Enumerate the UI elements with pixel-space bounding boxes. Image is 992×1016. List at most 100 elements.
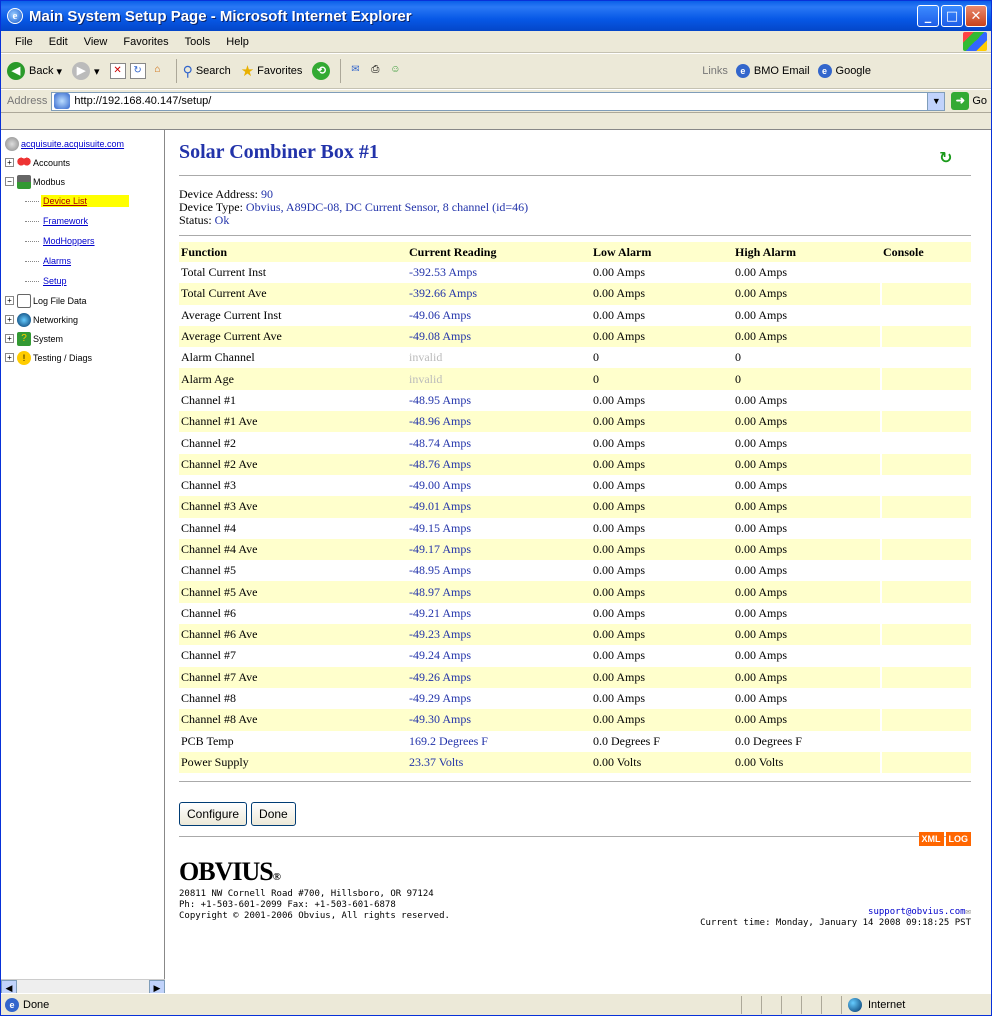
menu-view[interactable]: View [76, 36, 116, 48]
mail-icon[interactable]: ✉ [966, 907, 971, 917]
home-icon[interactable]: ⌂ [150, 63, 166, 79]
expand-icon[interactable]: + [5, 296, 14, 305]
tree-line [25, 200, 39, 202]
cell-console [880, 560, 971, 582]
cell-console [880, 496, 971, 518]
modhoppers-link[interactable]: ModHoppers [41, 235, 97, 247]
history-icon[interactable]: ⟲ [312, 62, 331, 80]
menu-tools[interactable]: Tools [177, 36, 219, 48]
footer: OBVIUS® 20811 NW Cornell Road #700, Hill… [179, 857, 971, 937]
menu-file[interactable]: File [7, 36, 41, 48]
table-row: Channel #2 Ave -48.76 Amps 0.00 Amps 0.00 A… [179, 453, 971, 475]
tree-item-setup[interactable]: Setup [5, 271, 164, 291]
cell-reading: -392.66 Amps [407, 283, 591, 305]
link-bmo-email[interactable]: e BMO Email [735, 64, 810, 78]
star-icon: ★ [240, 63, 255, 80]
alarms-link[interactable]: Alarms [41, 255, 73, 267]
cell-high: 0.00 Amps [733, 666, 881, 688]
setup-link[interactable]: Setup [41, 275, 69, 287]
cell-high: 0.00 Amps [733, 538, 881, 561]
cell-low: 0.0 Degrees F [593, 733, 660, 748]
cell-function: Channel #3 [181, 478, 236, 493]
cell-high: 0.00 Amps [733, 325, 881, 348]
device-info: Device Address: 90 Device Type: Obvius, … [179, 180, 971, 231]
refresh-icon[interactable]: ↻ [939, 150, 955, 166]
system-icon: ? [17, 331, 31, 346]
tree-item-device-list[interactable]: Device List [5, 191, 164, 211]
obvius-logo: OBVIUS® [179, 857, 971, 887]
cell-low: 0.00 Amps [593, 307, 646, 322]
cell-high: 0.00 Amps [735, 691, 788, 706]
cell-console [880, 538, 971, 561]
address-input[interactable]: http://192.168.40.147/setup/ ▼ [51, 91, 946, 111]
tree-root-link[interactable]: acquisuite.acquisuite.com [21, 139, 124, 149]
menu-edit[interactable]: Edit [41, 36, 76, 48]
tree-item-accounts[interactable]: + Accounts [5, 153, 164, 172]
cell-low: 0.00 Amps [593, 691, 646, 706]
logo-text: OBVIUS [179, 857, 274, 887]
globe-icon [848, 997, 862, 1012]
framework-link[interactable]: Framework [41, 215, 90, 227]
cell-reading: -49.08 Amps [407, 325, 591, 348]
expand-icon[interactable]: + [5, 353, 14, 362]
collapse-icon[interactable]: − [5, 177, 14, 186]
search-button[interactable]: ⚲ Search [183, 63, 231, 80]
go-button[interactable]: ➜ Go [951, 92, 987, 110]
stop-icon[interactable]: ✕ [109, 63, 126, 79]
tree-item-system[interactable]: +? System [5, 329, 164, 348]
print-icon[interactable]: ⎙ [367, 63, 383, 79]
table-row: Alarm Age invalid 0 0 [179, 368, 971, 390]
divider [179, 235, 971, 236]
xml-button[interactable]: XML [918, 832, 944, 846]
toolbar: ◀ Back ▾ ▶ ▾ ✕ ↻ ⌂ ⚲ Search ★ Favorites ⟲ ✉ … [1, 53, 991, 89]
tree-item-modhoppers[interactable]: ModHoppers [5, 231, 164, 251]
cell-function: Channel #1 [181, 392, 236, 407]
server-icon [5, 136, 19, 151]
dropdown-icon[interactable]: ▼ [927, 92, 945, 110]
table-row: Total Current Ave -392.66 Amps 0.00 Amps 0.… [179, 283, 971, 305]
link-google[interactable]: e Google [817, 64, 871, 78]
tree-item-networking[interactable]: + Networking [5, 310, 164, 329]
security-zone: Internet [841, 995, 991, 1014]
windows-logo-icon [963, 32, 987, 51]
title-bar[interactable]: e Main System Setup Page - Microsoft Int… [1, 1, 991, 31]
tree-label: Log File Data [33, 295, 87, 306]
tree-item-alarms[interactable]: Alarms [5, 251, 164, 271]
expand-icon[interactable]: + [5, 158, 14, 167]
tree-item-framework[interactable]: Framework [5, 211, 164, 231]
back-button[interactable]: ◀ Back ▾ [7, 62, 62, 80]
maximize-button[interactable]: □ [941, 5, 963, 27]
forward-button[interactable]: ▶ ▾ [72, 62, 100, 80]
refresh-icon[interactable]: ↻ [129, 63, 146, 79]
minimize-button[interactable]: _ [917, 5, 939, 27]
cell-high: 0.00 Amps [733, 453, 881, 475]
support-email-link[interactable]: support@obvius.com [868, 907, 966, 917]
favorites-button[interactable]: ★ Favorites [241, 62, 303, 80]
device-list-link[interactable]: Device List [41, 195, 129, 207]
cell-high: 0 [733, 368, 881, 390]
expand-icon[interactable]: + [5, 315, 14, 324]
cell-high: 0.00 Amps [735, 478, 788, 493]
menu-help[interactable]: Help [218, 36, 257, 48]
table-row: Power Supply 23.37 Volts 0.00 Volts 0.00 Vo… [179, 751, 971, 774]
done-button[interactable]: Done [251, 802, 296, 827]
cell-console [880, 474, 971, 497]
divider [179, 175, 971, 176]
zone-label: Internet [868, 998, 906, 1011]
tree-line [25, 240, 39, 242]
tree-root[interactable]: acquisuite.acquisuite.com [5, 134, 164, 153]
log-button[interactable]: LOG [945, 832, 971, 846]
configure-button[interactable]: Configure [179, 802, 248, 827]
tree-line [25, 220, 39, 222]
tree-item-logfile[interactable]: + Log File Data [5, 291, 164, 310]
address-line: 20811 NW Cornell Road #700, Hillsboro, O… [179, 889, 434, 900]
messenger-icon[interactable]: ☺ [387, 63, 403, 79]
cell-function: Channel #8 [181, 691, 236, 706]
tree-item-modbus[interactable]: − Modbus [5, 172, 164, 191]
mail-icon[interactable]: ✉ [347, 63, 363, 79]
tree-item-testing[interactable]: +! Testing / Diags [5, 348, 164, 367]
menu-favorites[interactable]: Favorites [115, 36, 176, 48]
tree-line [25, 260, 39, 262]
close-button[interactable]: ✕ [965, 5, 987, 27]
expand-icon[interactable]: + [5, 334, 14, 343]
